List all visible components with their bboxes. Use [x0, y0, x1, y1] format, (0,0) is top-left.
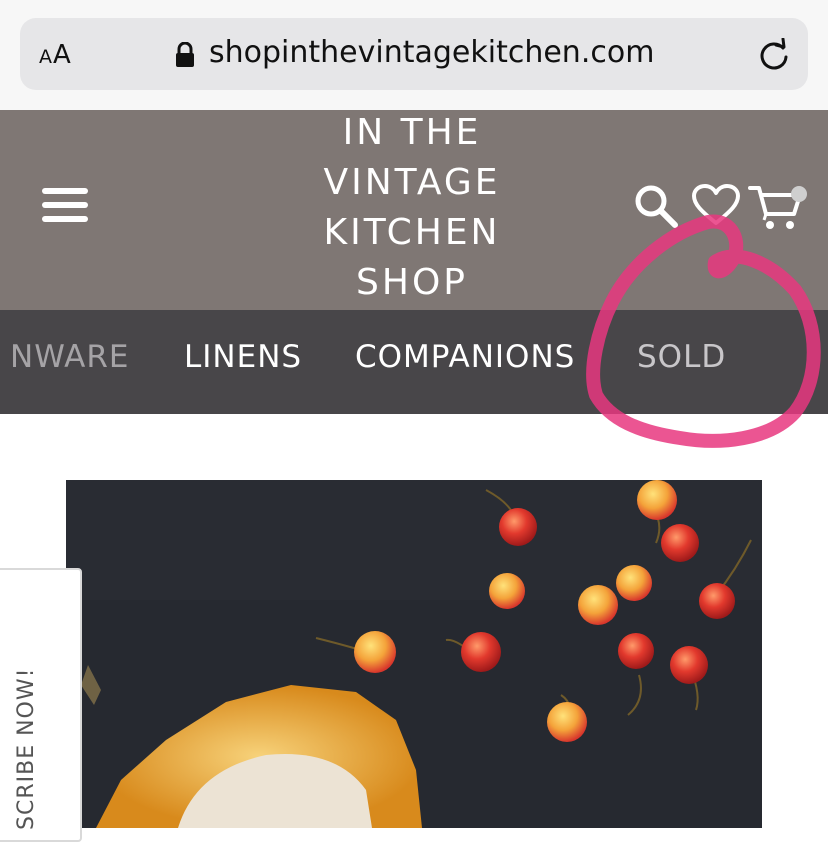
logo-line: SHOP: [356, 262, 468, 303]
subscribe-tab[interactable]: SCRIBE NOW!: [0, 568, 82, 842]
subscribe-label: SCRIBE NOW!: [14, 667, 39, 830]
browser-toolbar: AA shopinthevintagekitchen.com: [0, 0, 828, 110]
logo-line: KITCHEN: [323, 212, 501, 253]
text-size-button[interactable]: AA: [39, 40, 72, 70]
nav-item-linens[interactable]: LINENS: [184, 339, 302, 375]
address-bar[interactable]: AA shopinthevintagekitchen.com: [20, 18, 808, 90]
cart-icon[interactable]: [748, 182, 812, 234]
search-icon[interactable]: [633, 183, 679, 229]
site-logo[interactable]: IN THE VINTAGE KITCHEN SHOP: [290, 108, 534, 308]
product-photo[interactable]: [66, 480, 762, 828]
category-nav: NWARE LINENS COMPANIONS SOLD: [0, 310, 828, 414]
nav-item-sold[interactable]: SOLD: [637, 339, 726, 375]
url-text[interactable]: shopinthevintagekitchen.com: [209, 35, 654, 70]
hamburger-menu-icon[interactable]: [42, 188, 88, 224]
lock-icon: [176, 42, 194, 67]
logo-line: IN THE: [342, 112, 482, 153]
logo-line: VINTAGE: [323, 162, 501, 203]
site-header: IN THE VINTAGE KITCHEN SHOP: [0, 110, 828, 310]
nav-item-companions[interactable]: COMPANIONS: [355, 339, 575, 375]
heart-icon[interactable]: [691, 183, 741, 227]
reload-icon[interactable]: [757, 38, 791, 72]
nav-item-partial[interactable]: NWARE: [10, 339, 129, 375]
